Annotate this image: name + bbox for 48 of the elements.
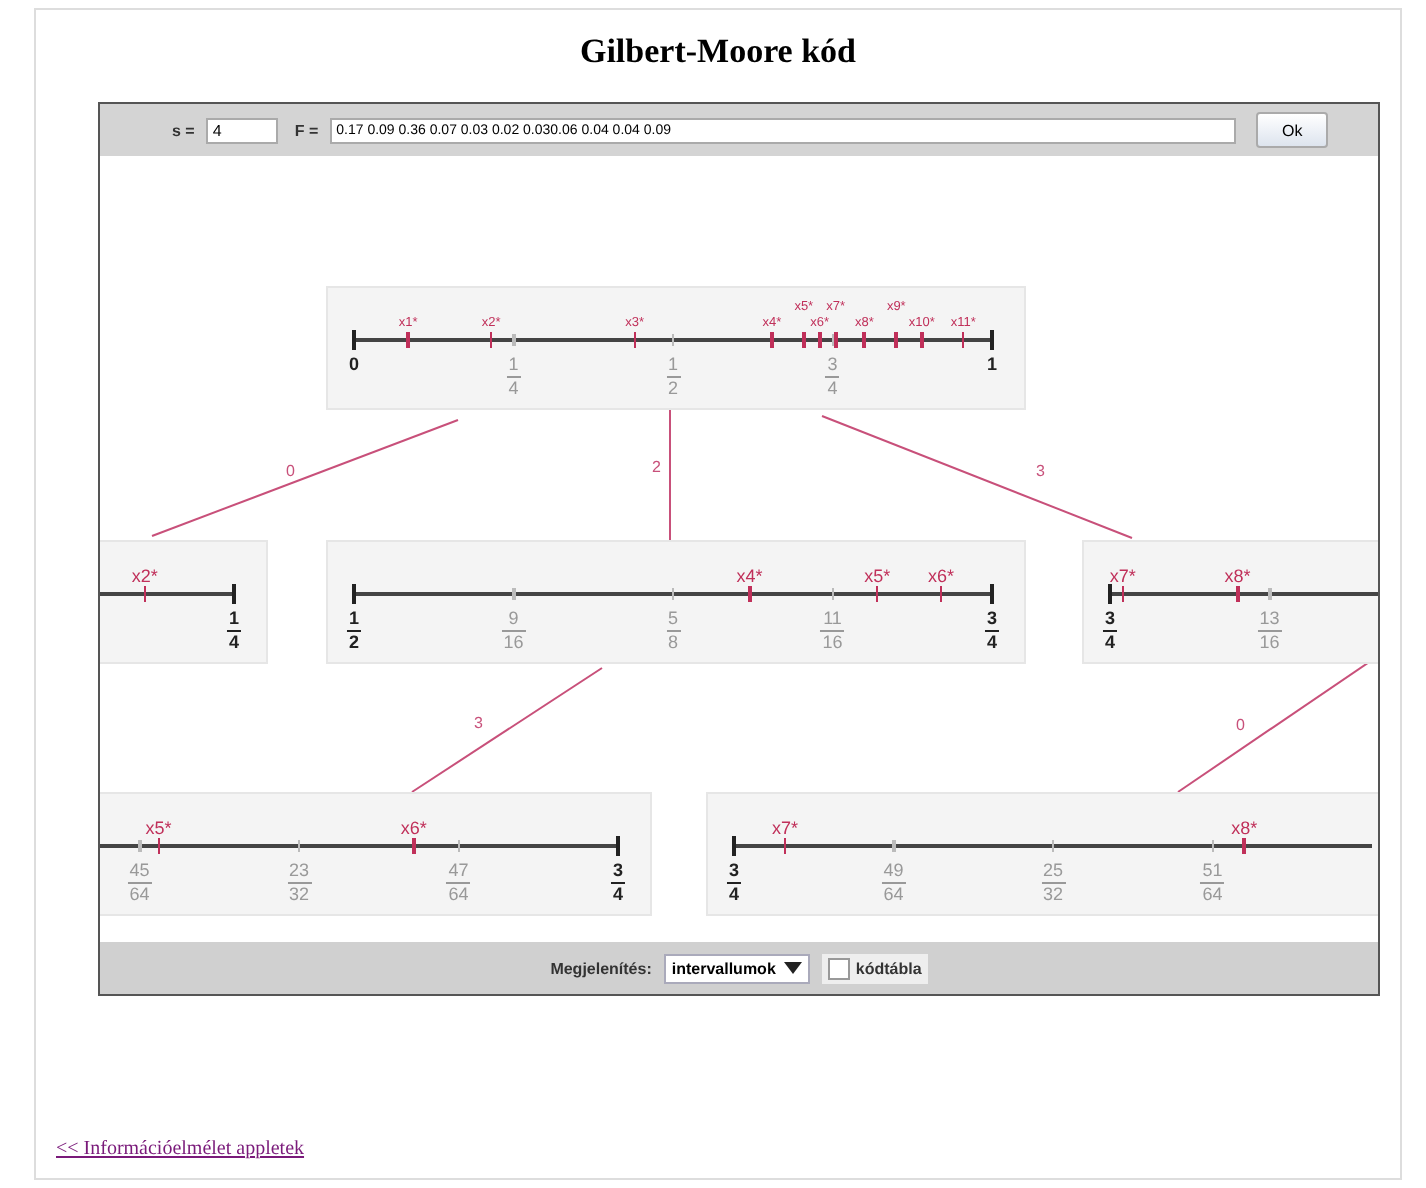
fraction-label: 1 4 — [227, 608, 241, 654]
fraction-label: 23 32 — [287, 860, 311, 906]
symbol-label: x2* — [131, 567, 158, 585]
edge-line — [669, 409, 671, 541]
s-input-field[interactable]: 4 — [206, 117, 279, 143]
f-label: F = — [294, 121, 319, 139]
edge-label: 3 — [1036, 462, 1045, 480]
edge-label: 0 — [286, 462, 295, 480]
fraction-label: 3 4 — [985, 608, 999, 654]
fraction-label: 11 16 — [820, 608, 845, 654]
code-table-label: kódtábla — [855, 959, 922, 977]
fraction-label: 1 — [987, 354, 997, 376]
edge-label: 2 — [652, 458, 661, 476]
edge-label: 0 — [1236, 716, 1245, 734]
fraction-label: 13 16 — [1257, 608, 1282, 654]
fraction-label: 45 64 — [127, 860, 152, 906]
fraction-label: 25 32 — [1041, 860, 1065, 906]
fraction-label: 3 4 — [611, 860, 625, 906]
fraction-label: 3 4 — [727, 860, 741, 906]
fraction-label: 1 4 — [506, 354, 521, 400]
fraction-label: 5 8 — [666, 608, 680, 654]
edge-label: 3 — [474, 714, 483, 732]
symbol-label: x8* — [1231, 819, 1258, 837]
symbol-label: x7* — [772, 819, 799, 837]
fraction-label: 9 16 — [501, 608, 526, 654]
fraction-label: 51 64 — [1200, 860, 1225, 906]
symbol-label: x5* — [864, 567, 891, 585]
fraction-label: 1 2 — [666, 354, 680, 400]
code-table-checkbox[interactable] — [827, 957, 850, 979]
s-label: s = — [172, 121, 195, 139]
symbol-label: x6* — [927, 567, 954, 585]
fraction-label: 0 — [349, 354, 359, 376]
fraction-label: 1 2 — [347, 608, 361, 654]
symbol-label: x8* — [1224, 567, 1251, 585]
display-dropdown[interactable]: intervallumok — [663, 953, 810, 983]
fraction-label: 3 4 — [825, 354, 840, 400]
symbol-label: x4* — [736, 567, 763, 585]
display-label: Megjelenítés: — [550, 959, 652, 977]
page-title: Gilbert-Moore kód — [577, 32, 859, 72]
applets-link[interactable]: << Információelmélet appletek — [56, 1138, 305, 1160]
dropdown-arrow-icon — [783, 962, 802, 974]
symbol-label: x5* — [145, 819, 172, 837]
fraction-label: 47 64 — [446, 860, 471, 906]
ok-button[interactable]: Ok — [1256, 112, 1329, 148]
fraction-label: 3 4 — [1103, 608, 1117, 654]
fraction-label: 49 64 — [881, 860, 906, 906]
symbol-label: x7* — [1109, 567, 1136, 585]
symbol-label: x6* — [400, 819, 427, 837]
